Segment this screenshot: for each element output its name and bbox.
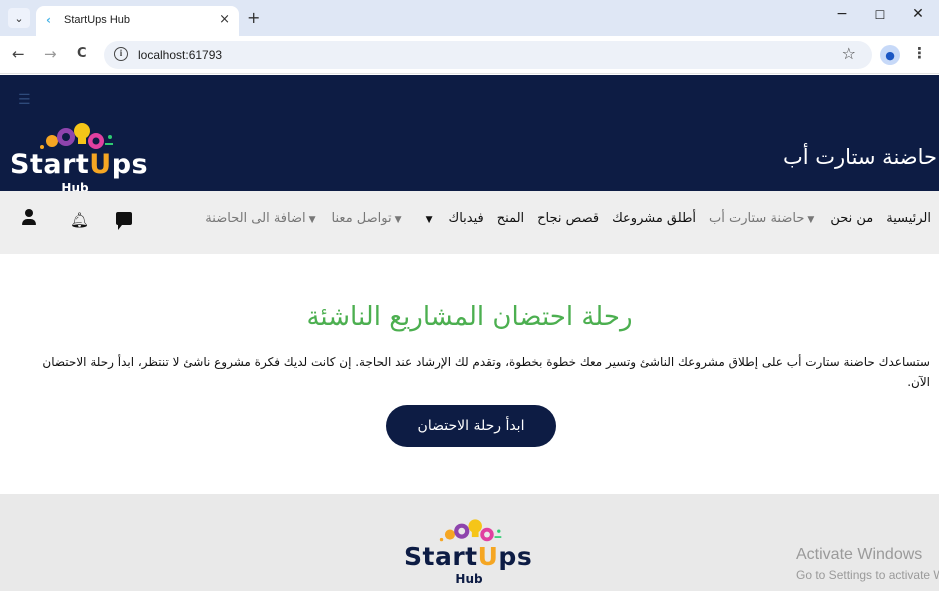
caret-down-icon: ▼: [394, 215, 402, 225]
minimize-button[interactable]: −: [832, 6, 852, 22]
caret-down-icon: ▼: [807, 215, 815, 225]
nav-item-more-dropdown[interactable]: ▼: [423, 211, 436, 226]
logo-wordmark: StartUps: [10, 149, 149, 180]
nav-item-feedback[interactable]: فيدباك: [448, 211, 483, 226]
activate-windows-subtitle: Go to Settings to activate Windows.: [796, 568, 939, 582]
section-description: ستساعدك حاضنة ستارت أب على إطلاق مشروعك …: [42, 355, 930, 389]
nav-item-contact[interactable]: ▼تواصل معنا: [332, 211, 405, 226]
user-account-icon[interactable]: [21, 209, 37, 227]
site-title: حاضنة ستارت أب: [782, 145, 937, 169]
tab-title: StartUps Hub: [64, 14, 131, 26]
browser-menu-button[interactable]: ⋮: [912, 44, 927, 62]
nav-item-launch-project[interactable]: أطلق مشروعك: [612, 211, 696, 226]
hamburger-menu-icon[interactable]: ☰: [18, 92, 31, 108]
nav-item-add-to-incubator[interactable]: ▼اضافة الى الحاضنة: [205, 211, 318, 226]
browser-tab-strip: ⌄ ‹ StartUps Hub × + − ☐ ✕: [0, 0, 939, 36]
caret-down-icon: ▼: [425, 215, 433, 225]
footer-logo[interactable]: StartUps Hub: [404, 516, 534, 606]
bookmark-star-icon[interactable]: ☆: [842, 44, 856, 63]
main-navbar: الرئيسية من نحن ▼حاضنة ستارت أب أطلق مشر…: [0, 191, 939, 254]
start-incubation-button[interactable]: ابدأ رحلة الاحتضان: [386, 405, 556, 447]
browser-tab[interactable]: ‹ StartUps Hub ×: [36, 6, 239, 36]
nav-item-incubator-label: حاضنة ستارت أب: [709, 211, 805, 226]
notification-bell-icon[interactable]: 🔔︎: [70, 211, 89, 229]
chevron-down-icon: ⌄: [14, 11, 24, 25]
address-bar[interactable]: i localhost:61793 ☆: [104, 41, 872, 69]
close-window-button[interactable]: ✕: [908, 6, 928, 22]
profile-avatar-button[interactable]: ●: [880, 45, 900, 65]
nav-item-contact-label: تواصل معنا: [331, 211, 392, 226]
section-title: رحلة احتضان المشاريع الناشئة: [306, 302, 633, 332]
reload-button[interactable]: C: [77, 46, 87, 61]
logo-wordmark: StartUps: [404, 542, 533, 571]
url-text: localhost:61793: [138, 48, 223, 62]
caret-down-icon: ▼: [308, 215, 316, 225]
site-header: ☰ StartUps Hub حاضنة ستارت أب: [0, 75, 939, 195]
back-button[interactable]: ←: [12, 45, 25, 63]
chat-icon[interactable]: [116, 212, 132, 230]
nav-item-incubator[interactable]: ▼حاضنة ستارت أب: [709, 211, 817, 226]
maximize-button[interactable]: ☐: [870, 8, 890, 22]
logo-hub: Hub: [455, 572, 483, 586]
person-icon: ●: [885, 48, 895, 62]
nav-item-add-label: اضافة الى الحاضنة: [205, 211, 306, 226]
tab-search-button[interactable]: ⌄: [8, 8, 30, 28]
forward-button[interactable]: →: [44, 45, 57, 63]
site-info-icon[interactable]: i: [114, 47, 128, 61]
nav-item-success-stories[interactable]: قصص نجاح: [537, 211, 599, 226]
activate-windows-title: Activate Windows: [796, 546, 923, 563]
nav-menu: الرئيسية من نحن ▼حاضنة ستارت أب أطلق مشر…: [192, 211, 931, 226]
flutter-favicon-icon: ‹: [46, 13, 51, 27]
nav-item-grants[interactable]: المنح: [497, 211, 524, 226]
nav-item-about[interactable]: من نحن: [830, 211, 873, 226]
browser-toolbar: ← → C i localhost:61793 ☆ ● ⋮: [0, 36, 939, 74]
tab-close-button[interactable]: ×: [219, 12, 230, 27]
new-tab-button[interactable]: +: [247, 8, 260, 27]
nav-item-home[interactable]: الرئيسية: [886, 211, 931, 226]
